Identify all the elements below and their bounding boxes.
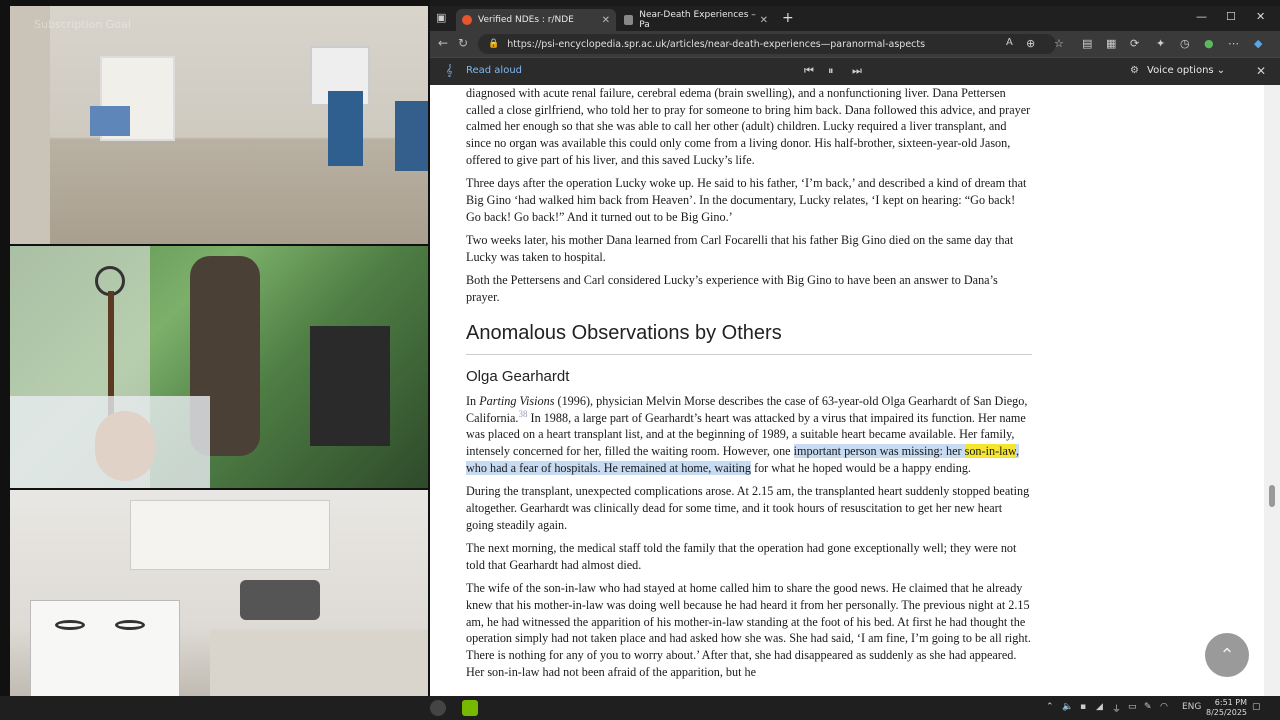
tray-overflow-icon[interactable]: ⌃	[1046, 702, 1054, 712]
nvidia-app-icon[interactable]	[462, 700, 478, 716]
next-paragraph-icon[interactable]: ⏭	[852, 64, 862, 78]
close-read-aloud-icon[interactable]: ✕	[1256, 64, 1266, 78]
browser-window: ▣ Verified NDEs : r/NDE ✕ Near-Death Exp…	[430, 6, 1280, 696]
extension-icon[interactable]: ▦	[1106, 37, 1116, 50]
reddit-favicon-icon	[462, 15, 472, 25]
refresh-extension-icon[interactable]: ⟳	[1130, 37, 1139, 50]
close-window-icon[interactable]: ✕	[1256, 10, 1265, 23]
paragraph: The next morning, the medical staff told…	[466, 541, 1017, 572]
collections-icon[interactable]: ▤	[1082, 37, 1092, 50]
address-bar-row: ← ↻ 🔒 https://psi-encyclopedia.spr.ac.uk…	[430, 31, 1280, 57]
webcam-feed-kitchen	[10, 490, 428, 716]
read-aloud-highlight: important person was missing: her	[793, 443, 965, 458]
voice-options-label: Voice options	[1147, 65, 1214, 76]
previous-paragraph-icon[interactable]: ⏮	[804, 64, 814, 78]
section-heading: Anomalous Observations by Others	[466, 320, 1032, 355]
paragraph: Both the Pettersens and Carl considered …	[466, 273, 998, 305]
refresh-icon[interactable]: ↻	[458, 36, 468, 50]
scrollbar-thumb[interactable]	[1269, 485, 1275, 507]
usb-icon[interactable]: ⏚	[1112, 702, 1121, 715]
pause-icon[interactable]: ⏸	[828, 64, 834, 78]
screen: Subscription Goal ▣ Verified NDEs : r/ND…	[0, 0, 1280, 720]
lock-icon: 🔒	[488, 39, 500, 49]
sidebar-toggle-icon[interactable]: ▣	[436, 11, 446, 24]
paragraph-highlighted: In Parting Visions (1996), physician Mel…	[466, 393, 1032, 477]
current-word-highlight: son-in-law	[964, 443, 1016, 458]
paragraph: During the transplant, unexpected compli…	[466, 484, 1030, 532]
text: for what he hoped would be a happy endin…	[750, 460, 971, 475]
webcam-feeds-panel: Subscription Goal	[0, 0, 430, 720]
read-aloud-label[interactable]: Read aloud	[466, 65, 522, 76]
voice-options-button[interactable]: Voice options ⌄	[1147, 65, 1225, 76]
pen-icon[interactable]: ✎	[1144, 702, 1152, 712]
chevron-up-icon: ⌃	[1219, 644, 1235, 666]
read-aloud-bar: 𝄞 Read aloud ⏮ ⏸ ⏭ ⚙ Voice options ⌄ ✕	[430, 57, 1280, 85]
volume-icon[interactable]: 🔈	[1062, 702, 1073, 712]
tab-verified-ndes[interactable]: Verified NDEs : r/NDE ✕	[456, 9, 616, 31]
translate-icon[interactable]: ⊕	[1026, 37, 1035, 50]
voice-options-icon: ⚙	[1130, 65, 1139, 76]
favorite-star-icon[interactable]: ☆	[1054, 37, 1064, 50]
subsection-heading: Olga Gearhardt	[466, 367, 570, 385]
tray-app-icon[interactable]: ▪	[1080, 702, 1086, 712]
page-scrollbar[interactable]	[1264, 85, 1280, 696]
subscription-goal-overlay: Subscription Goal	[34, 18, 131, 31]
copilot-icon[interactable]: ◆	[1254, 37, 1262, 50]
favorites-bar-icon[interactable]: ✦	[1156, 37, 1165, 50]
new-tab-button[interactable]: +	[782, 10, 794, 26]
url-text: https://psi-encyclopedia.spr.ac.uk/artic…	[507, 38, 926, 50]
page-content: diagnosed with acute renal failure, cere…	[430, 85, 1264, 696]
settings-more-icon[interactable]: ⋯	[1228, 37, 1239, 50]
history-icon[interactable]: ◷	[1180, 37, 1190, 50]
paragraph: diagnosed with acute renal failure, cere…	[466, 86, 1031, 167]
notifications-icon[interactable]: ▢	[1252, 702, 1261, 712]
read-aloud-toolbar-icon[interactable]: A	[1006, 37, 1013, 48]
scroll-to-top-button[interactable]: ⌃	[1205, 633, 1249, 677]
paragraph: Three days after the operation Lucky wok…	[466, 176, 1027, 224]
paragraph: Two weeks later, his mother Dana learned…	[466, 233, 1014, 264]
wifi-icon[interactable]: ◠	[1160, 702, 1168, 712]
start-icon[interactable]	[430, 700, 446, 716]
article-body: diagnosed with acute renal failure, cere…	[466, 85, 1032, 687]
close-tab-icon[interactable]: ✕	[602, 15, 610, 26]
clock-time: 6:51 PM	[1214, 698, 1248, 707]
clock-date: 8/25/2025	[1206, 708, 1248, 717]
webcam-feed-hallway: Subscription Goal	[10, 6, 428, 244]
url-field[interactable]: 🔒 https://psi-encyclopedia.spr.ac.uk/art…	[478, 34, 1056, 54]
language-indicator[interactable]: ENG	[1182, 702, 1201, 712]
taskbar: ⌃ 🔈 ▪ ◢ ⏚ ▭ ✎ ◠ ENG 6:51 PM 8/25/2025 ▢	[0, 696, 1280, 720]
clock[interactable]: 6:51 PM 8/25/2025	[1206, 698, 1247, 718]
paragraph: The wife of the son-in-law who had staye…	[466, 581, 1031, 679]
tab-title: Near-Death Experiences – Pa	[639, 10, 756, 30]
back-icon[interactable]: ←	[438, 36, 448, 50]
webcam-feed-room	[10, 246, 428, 488]
tab-bar: ▣ Verified NDEs : r/NDE ✕ Near-Death Exp…	[430, 6, 1280, 31]
tab-near-death-experiences[interactable]: Near-Death Experiences – Pa ✕	[618, 9, 774, 31]
text: In	[466, 393, 480, 408]
profile-avatar-icon[interactable]: ●	[1204, 37, 1214, 50]
spr-favicon-icon	[624, 15, 634, 25]
minimize-icon[interactable]: —	[1196, 10, 1207, 23]
close-tab-icon[interactable]: ✕	[760, 15, 768, 26]
read-aloud-icon: 𝄞	[446, 64, 453, 77]
network-icon[interactable]: ◢	[1096, 702, 1103, 712]
battery-icon[interactable]: ▭	[1128, 702, 1137, 712]
tab-title: Verified NDEs : r/NDE	[478, 15, 574, 25]
maximize-icon[interactable]: ☐	[1226, 10, 1236, 23]
book-title: Parting Visions	[479, 393, 555, 408]
